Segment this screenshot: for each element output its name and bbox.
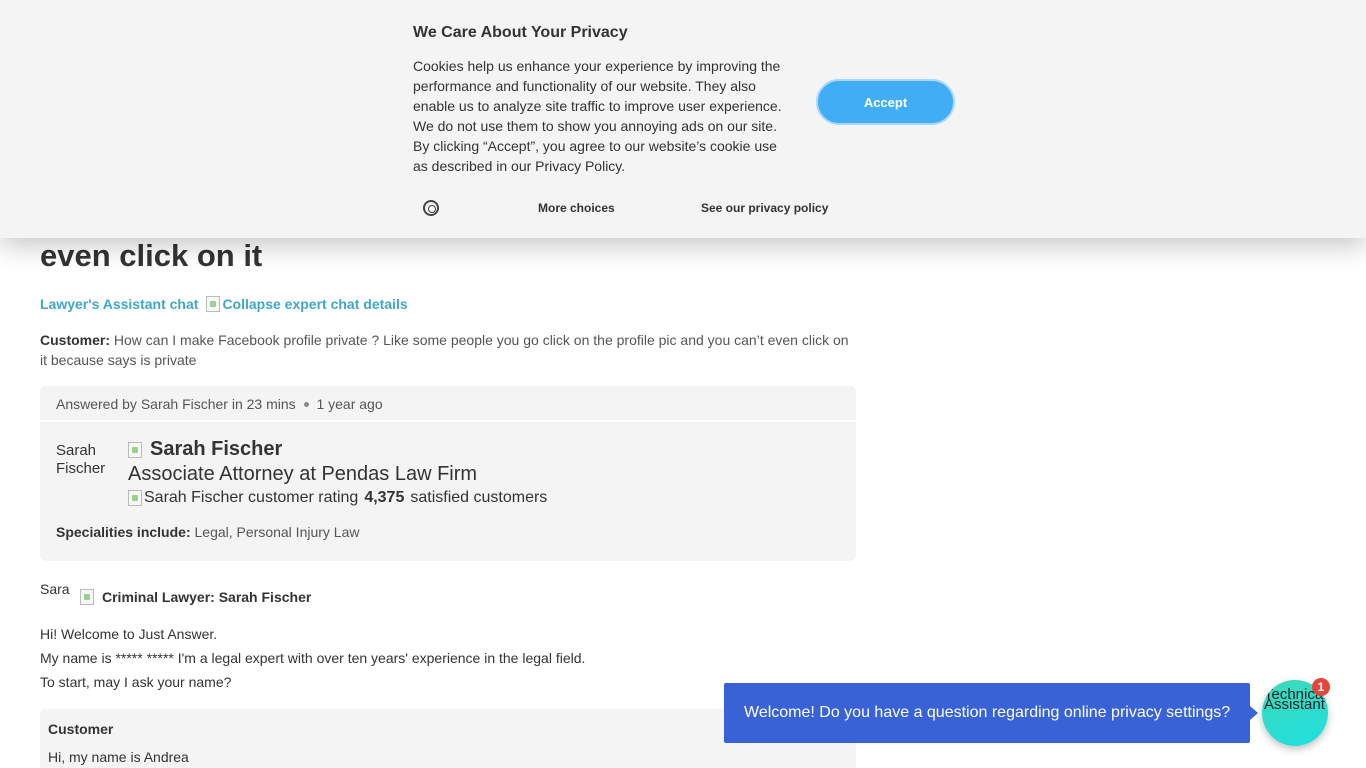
chat-links: Lawyer's Assistant chat Collapse expert … [40,296,408,312]
page-title: even click on it [40,238,263,273]
question-text: How can I make Facebook profile private … [40,332,849,368]
expert-message-sender: Criminal Lawyer: Sarah Fischer [102,589,312,605]
satisfied-count: 4,375 [364,489,405,506]
expert-rating: Sarah Fischer customer rating 4,375 sati… [128,489,547,507]
privacy-policy-link[interactable]: See our privacy policy [701,201,828,215]
expert-badge-icon [80,589,94,605]
answered-by-text: Answered by Sarah Fischer in 23 mins [56,396,296,412]
specialties-label: Specialities include: [56,524,191,540]
expert-name[interactable]: Sarah Fischer [150,438,282,461]
expert-title: Associate Attorney at Pendas Law Firm [128,463,478,485]
collapse-expert-chat-alt: Collapse expert chat details [222,296,408,312]
expert-message-body: Hi! Welcome to Just Answer. My name is *… [40,622,585,694]
expert-message-avatar: Sara [40,582,70,597]
broken-image-icon [206,296,221,312]
satisfied-label: satisfied customers [410,489,548,506]
gear-icon[interactable] [423,200,439,216]
rating-alt-text: Sarah Fischer customer rating [144,489,359,506]
chat-welcome-bubble[interactable]: Welcome! Do you have a question regardin… [724,683,1258,743]
answer-age: 1 year ago [316,396,383,412]
separator-dot [303,401,309,407]
collapse-expert-chat-link[interactable]: Collapse expert chat details [206,296,408,312]
customer-message-text: Hi, my name is Andrea [48,749,189,765]
expert-message-line: To start, may I ask your name? [40,674,232,690]
chat-welcome-text: Welcome! Do you have a question regardin… [744,704,1231,721]
lawyers-assistant-chat-link[interactable]: Lawyer's Assistant chat [40,296,198,312]
cookie-banner-text: Cookies help us enhance your experience … [413,58,782,174]
specialties: Specialities include: Legal, Personal In… [56,524,360,540]
notification-badge: 1 [1312,678,1330,696]
expert-message-header: Sara Criminal Lawyer: Sarah Fischer [40,582,311,612]
accept-button[interactable]: Accept [816,79,955,125]
specialties-value: Legal, Personal Injury Law [194,524,360,540]
expert-card: Answered by Sarah Fischer in 23 mins 1 y… [40,386,856,561]
rating-stars-icon [128,490,142,506]
question-label: Customer: [40,332,111,348]
customer-question: Customer: How can I make Facebook profil… [40,330,856,370]
verified-badge-icon [128,441,142,458]
expert-name-row: Sarah Fischer [128,438,282,461]
more-choices-link[interactable]: More choices [538,201,615,215]
expert-message-line: My name is ***** ***** I'm a legal exper… [40,650,586,666]
cookie-banner-title: We Care About Your Privacy [413,24,628,41]
expert-message-line: Hi! Welcome to Just Answer. [40,626,218,642]
rating-image: Sarah Fischer customer rating [128,489,358,507]
expert-avatar: Sarah Fischer [56,442,106,477]
answered-bar: Answered by Sarah Fischer in 23 mins 1 y… [40,386,856,422]
cookie-banner: We Care About Your Privacy Cookies help … [0,0,1366,238]
